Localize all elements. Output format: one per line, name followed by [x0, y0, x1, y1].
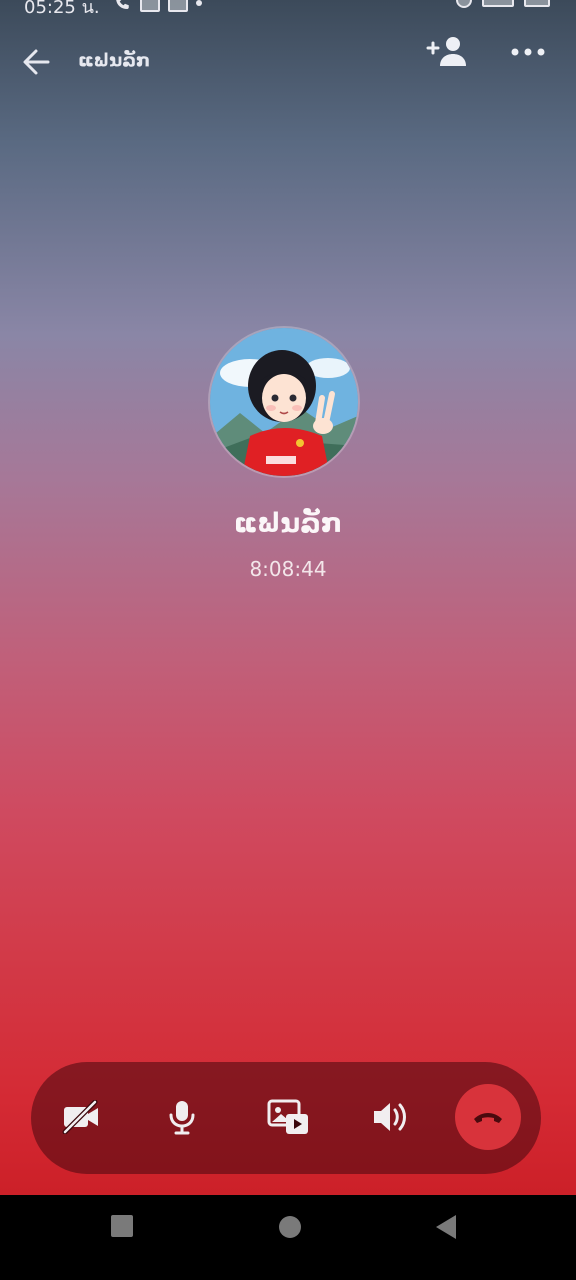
- status-bar: 05:25 น.: [0, 0, 576, 18]
- status-right: [456, 0, 550, 8]
- call-controls: [31, 1062, 541, 1174]
- speaker-button[interactable]: [365, 1092, 415, 1142]
- microphone-icon: [169, 1101, 195, 1135]
- header-title: ແຟນລັກ: [78, 50, 151, 71]
- more-notifications-icon: [196, 0, 202, 6]
- screen-share-icon: [267, 1099, 308, 1134]
- back-button[interactable]: [18, 44, 54, 80]
- android-nav-bar: [0, 1195, 576, 1280]
- phone-hangup-icon: [474, 1113, 502, 1123]
- share-screen-button[interactable]: [263, 1092, 313, 1142]
- notification-icon: [168, 0, 188, 12]
- arrow-left-icon: [23, 49, 50, 75]
- contact-avatar: [210, 328, 358, 476]
- contact-name: ແຟນລັກ: [233, 508, 343, 539]
- recent-apps-button[interactable]: [111, 1215, 133, 1237]
- status-time: 05:25 น.: [24, 0, 100, 18]
- add-participant-button[interactable]: [426, 34, 470, 70]
- call-header: ແຟນລັກ: [0, 30, 576, 90]
- more-horizontal-icon: [511, 48, 545, 56]
- signal-icon: [482, 0, 514, 7]
- status-icons: [112, 0, 202, 17]
- camera-toggle-button[interactable]: [56, 1092, 106, 1142]
- add-person-icon: [426, 37, 466, 66]
- speaker-icon: [374, 1103, 406, 1131]
- home-button[interactable]: [279, 1216, 301, 1238]
- end-call-button[interactable]: [455, 1084, 521, 1150]
- mute-button[interactable]: [157, 1092, 207, 1142]
- alarm-icon: [456, 0, 472, 8]
- call-duration: 8:08:44: [249, 557, 327, 581]
- battery-icon: [524, 0, 550, 7]
- call-screen: 05:25 น. ແຟນລັກ ແຟນລັກ 8:08:44: [0, 0, 576, 1195]
- nav-back-button[interactable]: [436, 1215, 456, 1239]
- phone-status-icon: [112, 0, 132, 17]
- video-off-icon: [62, 1100, 98, 1134]
- more-options-button[interactable]: [510, 40, 546, 64]
- notification-icon: [140, 0, 160, 12]
